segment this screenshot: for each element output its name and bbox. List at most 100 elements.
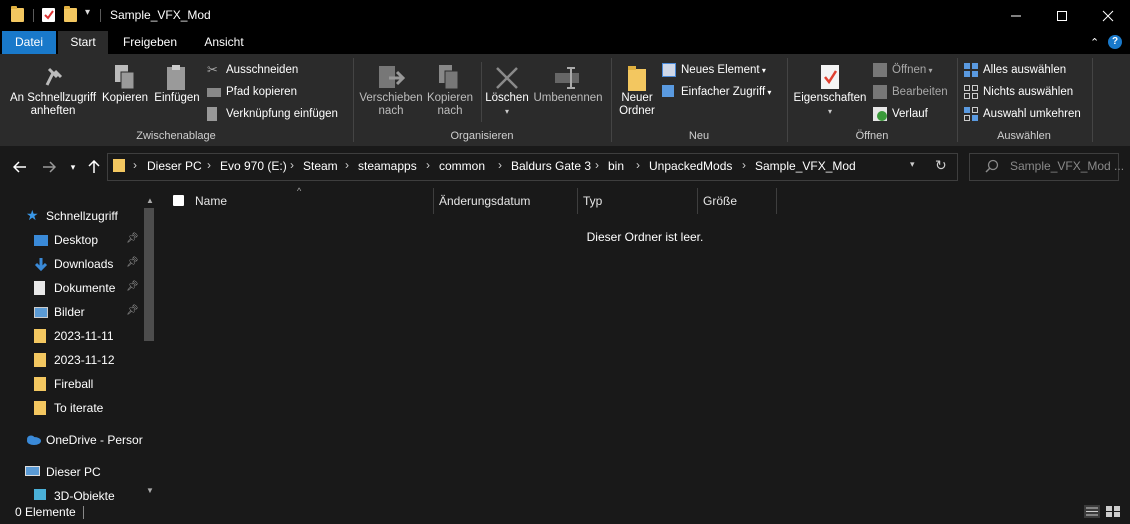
column-header-type[interactable]: Typ [583,194,602,208]
nav-item-folder[interactable]: To iterate [0,396,150,420]
properties-icon[interactable] [42,8,55,22]
refresh-icon[interactable]: ↻ [935,157,947,174]
breadcrumb-chevron-icon[interactable]: › [636,158,640,172]
group-label-open: Öffnen [855,130,889,142]
breadcrumb-item[interactable]: steamapps [358,159,417,173]
breadcrumb-chevron-icon[interactable]: › [345,158,349,172]
nav-item-pictures[interactable]: Bilder 📌︎ [0,300,150,324]
nav-label: Dieser PC [46,465,101,479]
divider [481,62,482,122]
nav-label: Fireball [54,377,94,391]
column-header-size[interactable]: Größe [703,194,737,208]
properties-button[interactable]: Eigenschaften ▾ [790,64,870,118]
empty-folder-message: Dieser Ordner ist leer. [586,230,704,244]
scroll-up-icon[interactable]: ▲ [146,196,154,205]
select-all-button[interactable]: Alles auswählen [964,61,1066,79]
help-icon[interactable]: ? [1108,35,1122,49]
column-header-name[interactable]: Name [195,194,227,208]
forward-arrow-icon[interactable] [38,156,60,178]
cut-button[interactable]: ✂ Ausschneiden [207,61,298,79]
collapse-ribbon-icon[interactable]: ⌃ [1090,36,1099,49]
tab-start[interactable]: Start [58,31,108,54]
nav-label: 2023-11-12 [54,353,115,367]
copy-to-button[interactable]: Kopieren nach [424,64,476,118]
navigation-pane: ★ Schnellzugriff Desktop 📌︎ Downloads 📌︎… [0,186,158,503]
breadcrumb-item[interactable]: UnpackedMods [649,159,732,173]
breadcrumb-item[interactable]: common [439,159,485,173]
breadcrumb-item[interactable]: Baldurs Gate 3 [511,159,591,173]
breadcrumb-chevron-icon[interactable]: › [498,158,502,172]
scrollbar-thumb[interactable] [144,208,154,341]
nav-item-folder[interactable]: 2023-11-11 [0,324,150,348]
breadcrumb-item[interactable]: Evo 970 (E:) [220,159,287,173]
breadcrumb-chevron-icon[interactable]: › [133,158,137,172]
maximize-icon[interactable] [1039,0,1085,31]
new-folder-button[interactable]: Neuer Ordner [614,64,660,118]
back-arrow-icon[interactable] [9,156,31,178]
customize-quick-access-icon[interactable]: ▾ [85,7,90,18]
column-divider[interactable] [577,188,578,214]
up-arrow-icon[interactable] [83,156,105,178]
breadcrumb-item-current[interactable]: Sample_VFX_Mod [755,159,856,173]
tab-freigeben[interactable]: Freigeben [112,31,188,54]
select-none-icon [964,85,978,99]
paste-shortcut-button[interactable]: Verknüpfung einfügen [207,105,338,123]
breadcrumb-item[interactable]: Steam [303,159,338,173]
breadcrumb-chevron-icon[interactable]: › [426,158,430,172]
copy-path-label: Pfad kopieren [226,86,297,98]
folder-icon [34,377,46,391]
pin-quick-access-button[interactable]: An Schnellzugriff anheften [6,64,100,118]
tab-datei[interactable]: Datei [2,31,56,54]
scroll-down-icon[interactable]: ▼ [146,486,154,495]
breadcrumb-chevron-icon[interactable]: › [290,158,294,172]
scissors-icon: ✂ [207,62,218,77]
new-folder-icon[interactable] [64,6,77,22]
recent-locations-chevron-icon[interactable]: ▾ [62,156,84,178]
delete-button[interactable]: Löschen ▾ [484,64,530,118]
divider [1092,58,1093,142]
breadcrumb-chevron-icon[interactable]: › [595,158,599,172]
copy-path-button[interactable]: Pfad kopieren [207,83,297,101]
nav-item-documents[interactable]: Dokumente 📌︎ [0,276,150,300]
nav-item-onedrive[interactable]: OneDrive - Persor [0,428,150,452]
column-divider[interactable] [697,188,698,214]
breadcrumb-item[interactable]: Dieser PC [147,159,202,173]
nav-item-folder[interactable]: Fireball [0,372,150,396]
close-icon[interactable] [1085,0,1130,31]
paste-button[interactable]: Einfügen [151,64,203,105]
new-item-button[interactable]: Neues Element ▾ [662,61,766,79]
invert-selection-button[interactable]: Auswahl umkehren [964,105,1081,123]
open-button[interactable]: Öffnen ▾ [873,61,933,79]
move-to-button[interactable]: Verschieben nach [358,64,424,118]
folder-icon [11,6,24,22]
select-all-checkbox[interactable] [173,195,184,206]
nav-item-desktop[interactable]: Desktop 📌︎ [0,228,150,252]
details-view-icon[interactable] [1084,505,1100,518]
column-divider[interactable] [433,188,434,214]
item-count: 0 Elemente [15,505,76,519]
column-divider[interactable] [776,188,777,214]
nav-item-this-pc[interactable]: Dieser PC [0,460,150,484]
copy-button[interactable]: Kopieren [100,64,150,105]
address-history-chevron-icon[interactable]: ▾ [910,159,915,170]
easy-access-button[interactable]: Einfacher Zugriff ▾ [662,83,771,101]
properties-label: Eigenschaften [793,92,867,104]
nav-item-quick-access[interactable]: ★ Schnellzugriff [0,204,150,228]
select-none-button[interactable]: Nichts auswählen [964,83,1073,101]
breadcrumb-item[interactable]: bin [608,159,624,173]
breadcrumb-chevron-icon[interactable]: › [207,158,211,172]
minimize-icon[interactable] [993,0,1039,31]
edit-button[interactable]: Bearbeiten [873,83,948,101]
large-icons-view-icon[interactable] [1105,505,1121,518]
history-button[interactable]: Verlauf [873,105,928,123]
invert-selection-label: Auswahl umkehren [983,108,1081,120]
breadcrumb-chevron-icon[interactable]: › [742,158,746,172]
search-placeholder: Sample_VFX_Mod ... [1010,159,1125,173]
tab-ansicht[interactable]: Ansicht [192,31,256,54]
nav-item-downloads[interactable]: Downloads 📌︎ [0,252,150,276]
column-header-modified[interactable]: Änderungsdatum [439,194,530,208]
rename-button[interactable]: Umbenennen [531,64,605,105]
picture-icon [34,307,48,318]
nav-item-folder[interactable]: 2023-11-12 [0,348,150,372]
nav-label: Bilder [54,305,85,319]
